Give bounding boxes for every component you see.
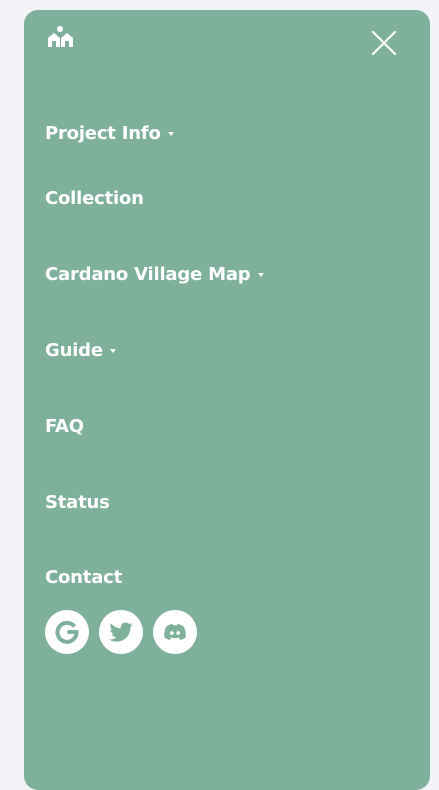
menu-item-label: FAQ [45,416,84,437]
menu-item-project-info[interactable]: Project Info [45,123,174,144]
twitter-link[interactable] [99,610,143,654]
menu-item-collection[interactable]: Collection [45,188,144,209]
discord-icon [164,624,186,640]
menu-item-label: Status [45,492,110,513]
menu-item-faq[interactable]: FAQ [45,416,84,437]
caret-down-icon [109,348,116,353]
menu-item-label: Cardano Village Map [45,264,251,285]
caret-down-icon [167,131,174,136]
menu-item-label: Project Info [45,123,161,144]
menu-item-status[interactable]: Status [45,492,110,513]
menu-item-label: Collection [45,188,144,209]
social-links [45,610,197,654]
menu-item-guide[interactable]: Guide [45,340,116,361]
close-icon[interactable] [371,30,397,56]
caret-down-icon [257,272,264,277]
mobile-menu-panel: Project Info Collection Cardano Village … [24,10,430,790]
menu-item-contact[interactable]: Contact [45,567,122,588]
twitter-icon [109,622,133,642]
menu-item-label: Contact [45,567,123,588]
menu-item-label: Guide [45,340,103,361]
google-link[interactable] [45,610,89,654]
menu-item-cardano-village-map[interactable]: Cardano Village Map [45,264,264,285]
discord-link[interactable] [153,610,197,654]
google-icon [55,620,79,644]
village-logo-icon[interactable] [46,24,76,50]
